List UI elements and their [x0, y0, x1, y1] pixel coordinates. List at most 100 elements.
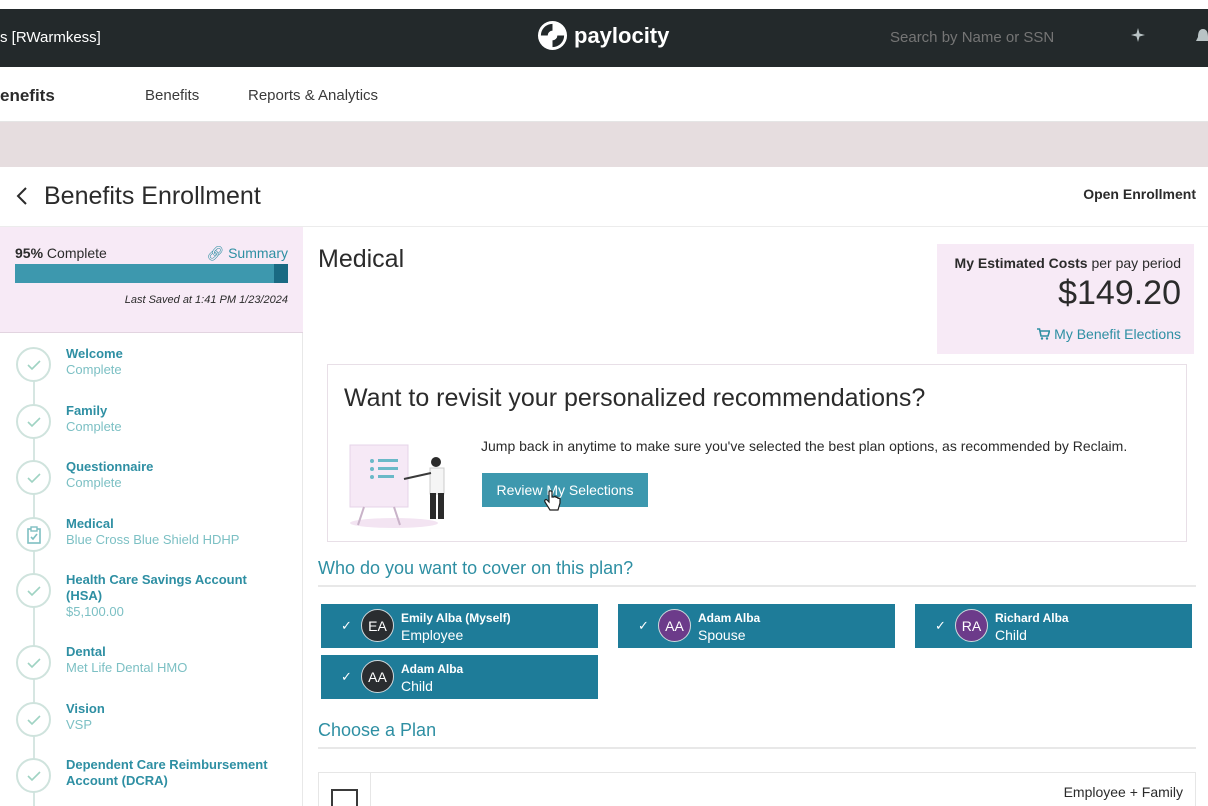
- check-icon: [26, 657, 41, 668]
- last-saved: Last Saved at 1:41 PM 1/23/2024: [124, 294, 288, 306]
- recommendation-title: Want to revisit your personalized recomm…: [344, 384, 926, 412]
- progress-text: 95% Complete: [15, 245, 107, 261]
- check-icon: [26, 359, 41, 370]
- cost-value: $149.20: [1058, 274, 1181, 312]
- bell-icon[interactable]: [1196, 27, 1208, 47]
- step-subtitle: Complete: [66, 419, 122, 434]
- logo-text: paylocity: [574, 22, 670, 48]
- check-icon: [26, 770, 41, 781]
- paylocity-logo-icon: [537, 20, 568, 51]
- step-status-icon: [16, 573, 51, 608]
- summary-label: Summary: [228, 245, 288, 261]
- checkmark-icon: ✓: [935, 618, 946, 633]
- review-selections-button[interactable]: Review My Selections: [482, 473, 648, 507]
- progress-bar: [15, 264, 288, 283]
- step-status-icon: [16, 645, 51, 680]
- avatar: EA: [361, 609, 394, 642]
- nav-item-benefits[interactable]: Benefits: [145, 87, 199, 104]
- user-context[interactable]: s [RWarmkess]: [0, 29, 101, 46]
- paylocity-logo[interactable]: paylocity: [537, 20, 669, 51]
- step-subtitle: VSP: [66, 717, 93, 732]
- step-subtitle: Met Life Dental HMO: [66, 660, 188, 675]
- step-subtitle: Complete: [66, 475, 122, 490]
- cost-label: My Estimated Costs per pay period: [955, 255, 1181, 271]
- step-status-icon: [16, 758, 51, 793]
- avatar: AA: [658, 609, 691, 642]
- step-title: Dependent Care Reimbursement Account (DC…: [66, 757, 268, 788]
- progress-bar-fill: [15, 264, 275, 283]
- plan-divider: [318, 747, 1196, 749]
- nav-brand[interactable]: enefits: [0, 86, 55, 106]
- member-card[interactable]: ✓ RA Richard Alba Child: [915, 604, 1192, 648]
- plan-row[interactable]: Employee + Family: [318, 772, 1196, 806]
- member-card[interactable]: ✓ AA Adam Alba Spouse: [618, 604, 895, 648]
- top-bar-dark: s [RWarmkess] paylocity: [0, 9, 1208, 67]
- check-icon: [26, 472, 41, 483]
- step-title: Vision: [66, 701, 105, 716]
- estimated-cost-card: My Estimated Costs per pay period $149.2…: [937, 244, 1194, 354]
- elections-label: My Benefit Elections: [1054, 326, 1181, 342]
- nav-item-reports[interactable]: Reports & Analytics: [248, 87, 378, 104]
- coverage-divider: [318, 585, 1196, 587]
- hand-cursor-icon: [544, 490, 561, 511]
- checkmark-icon: ✓: [341, 669, 352, 684]
- step-subtitle: Blue Cross Blue Shield HDHP: [66, 532, 240, 547]
- step-status-icon: [16, 347, 51, 382]
- step-status-icon: [16, 517, 51, 552]
- choose-plan-title: Choose a Plan: [318, 720, 437, 740]
- check-icon: [26, 416, 41, 427]
- member-role: Child: [995, 627, 1027, 643]
- checkmark-icon: ✓: [638, 618, 649, 633]
- recommendation-text: Jump back in anytime to make sure you've…: [481, 438, 1128, 454]
- checkmark-icon: ✓: [341, 618, 352, 633]
- member-name: Emily Alba (Myself): [401, 611, 511, 625]
- step-title: Questionnaire: [66, 459, 154, 474]
- member-card[interactable]: ✓ AA Adam Alba Child: [321, 655, 598, 699]
- progress-card: 95% Complete 🔗︎ Summary Last Saved at 1:…: [0, 227, 303, 333]
- sparkle-icon[interactable]: [1130, 27, 1148, 45]
- enrollment-sidebar: 95% Complete 🔗︎ Summary Last Saved at 1:…: [0, 227, 303, 806]
- link-icon: 🔗︎: [206, 245, 225, 261]
- enrollment-type: Open Enrollment: [1083, 186, 1196, 202]
- step-title: Welcome: [66, 346, 123, 361]
- plan-separator: [370, 773, 371, 806]
- cost-label-bold: My Estimated Costs: [954, 255, 1088, 271]
- step-status-icon: [16, 460, 51, 495]
- check-icon: [26, 585, 41, 596]
- member-role: Spouse: [698, 627, 746, 643]
- search-input[interactable]: [890, 29, 1110, 46]
- member-name: Richard Alba: [995, 611, 1069, 625]
- summary-link[interactable]: 🔗︎ Summary: [206, 245, 288, 262]
- member-role: Child: [401, 678, 433, 694]
- progress-complete-label: Complete: [46, 245, 107, 261]
- member-card[interactable]: ✓ EA Emily Alba (Myself) Employee: [321, 604, 598, 648]
- top-bar: s [RWarmkess] paylocity: [0, 0, 1208, 67]
- coverage-title: Who do you want to cover on this plan?: [318, 558, 634, 578]
- recommendation-card: Want to revisit your personalized recomm…: [327, 364, 1187, 542]
- page-title: Benefits Enrollment: [44, 182, 261, 210]
- step-subtitle: Complete: [66, 362, 122, 377]
- benefit-elections-link[interactable]: My Benefit Elections: [1037, 326, 1181, 342]
- plan-select-checkbox[interactable]: [331, 789, 358, 806]
- cost-label-rest: per pay period: [1087, 255, 1181, 271]
- nav-bar: enefits Benefits Reports & Analytics: [0, 67, 1208, 122]
- step-status-icon: [16, 702, 51, 737]
- member-name: Adam Alba: [698, 611, 761, 625]
- member-name: Adam Alba: [401, 662, 464, 676]
- avatar: RA: [955, 609, 988, 642]
- step-status-icon: [16, 404, 51, 439]
- check-icon: [26, 714, 41, 725]
- clipboard-icon: [26, 525, 41, 544]
- avatar: AA: [361, 660, 394, 693]
- presentation-illustration: [349, 444, 445, 528]
- back-chevron-icon[interactable]: [16, 186, 28, 206]
- progress-percent: 95%: [15, 245, 44, 261]
- cart-icon: [1037, 328, 1051, 340]
- plan-coverage-tier: Employee + Family: [1063, 784, 1183, 800]
- member-role: Employee: [401, 627, 464, 643]
- page-header: Benefits Enrollment Open Enrollment: [0, 167, 1208, 227]
- section-title: Medical: [318, 245, 405, 273]
- step-title: Medical: [66, 516, 114, 531]
- header-band: [0, 122, 1208, 167]
- step-title: Family: [66, 403, 108, 418]
